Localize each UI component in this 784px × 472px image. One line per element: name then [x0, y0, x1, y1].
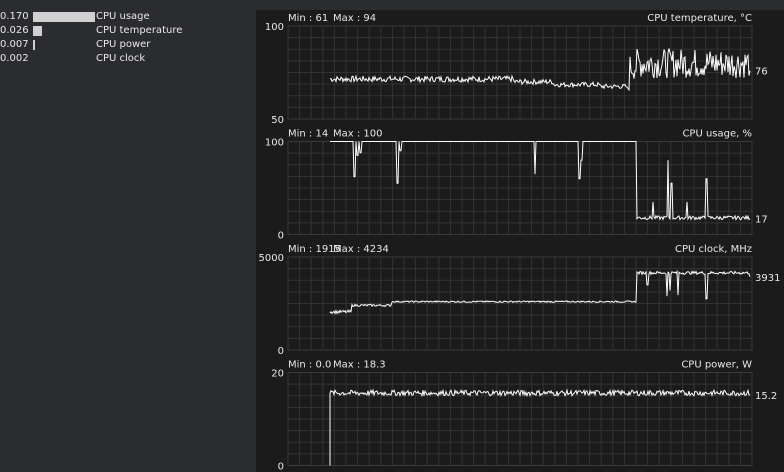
source-list: 0.170 CPU usage 0.026 CPU temperature 0.007 C…: [0, 0, 256, 472]
graph-series-line: [329, 48, 751, 92]
graph-min-label: Min : 0.0: [288, 360, 331, 371]
graph-title: CPU usage, %: [682, 129, 752, 140]
source-bar-fill: [33, 40, 35, 50]
graph-y-top-label: 100: [265, 22, 284, 33]
monitor-panel: Min : 61 Max : 94 CPU temperature, °C 100 50…: [256, 10, 784, 472]
source-bar: [33, 54, 95, 64]
graph-y-bottom-label: 0: [278, 462, 284, 472]
source-row[interactable]: 0.170 CPU usage: [0, 10, 256, 24]
graph-title: CPU temperature, °C: [647, 13, 752, 24]
graph-panel: Min : 1915Max : 4234 CPU clock, MHz500003…: [259, 244, 781, 357]
graph-grid: [287, 372, 753, 466]
source-value: 0.007: [0, 39, 29, 50]
graph-panel: Min : 0.0 Max : 18.3 CPU power, W 20 0 15.2: [271, 360, 777, 472]
source-label: CPU usage: [96, 11, 150, 22]
source-row[interactable]: 0.026 CPU temperature: [0, 24, 256, 38]
source-value: 0.002: [0, 53, 29, 64]
source-bar: [33, 26, 95, 36]
graph-current-value: 15.2: [755, 391, 777, 402]
graph-y-top-label: 5000: [259, 253, 284, 264]
source-label: CPU power: [96, 39, 151, 50]
source-bar-fill: [33, 12, 95, 22]
graph-max-label: Max : 94: [333, 13, 376, 24]
graph-current-value: 17: [755, 215, 768, 226]
graph-y-bottom-label: 0: [278, 346, 284, 357]
graphs-canvas: Min : 61 Max : 94 CPU temperature, °C 100 50…: [259, 13, 781, 472]
source-value: 0.026: [0, 25, 29, 36]
graph-panel: Min : 14 Max : 100 CPU usage, % 100 0 17: [265, 129, 768, 242]
source-bar: [33, 12, 95, 22]
graph-panel: Min : 61 Max : 94 CPU temperature, °C 100 50…: [265, 13, 768, 126]
graph-y-bottom-label: 50: [271, 115, 284, 126]
source-bar-fill: [33, 26, 42, 36]
graph-y-top-label: 100: [265, 138, 284, 149]
graph-y-bottom-label: 0: [278, 231, 284, 242]
source-bar: [33, 40, 95, 50]
graph-current-value: 3931: [755, 273, 780, 284]
source-value: 0.170: [0, 11, 29, 22]
graph-max-label: Max : 100: [333, 129, 383, 140]
graph-min-label: Min : 14: [288, 129, 328, 140]
graph-title: CPU power, W: [681, 360, 752, 371]
graph-series-line: [329, 269, 751, 315]
graph-grid: [287, 25, 753, 120]
graph-min-label: Min : 61: [288, 13, 328, 24]
graph-title: CPU clock, MHz: [675, 244, 752, 255]
source-label: CPU clock: [96, 53, 146, 64]
graph-max-label: Max : 4234: [333, 244, 389, 255]
source-row[interactable]: 0.007 CPU power: [0, 38, 256, 52]
source-label: CPU temperature: [96, 25, 183, 36]
graph-max-label: Max : 18.3: [333, 360, 386, 371]
graph-y-top-label: 20: [271, 369, 284, 380]
source-row[interactable]: 0.002 CPU clock: [0, 52, 256, 66]
graph-grid: [287, 256, 753, 351]
graph-current-value: 76: [755, 67, 768, 78]
